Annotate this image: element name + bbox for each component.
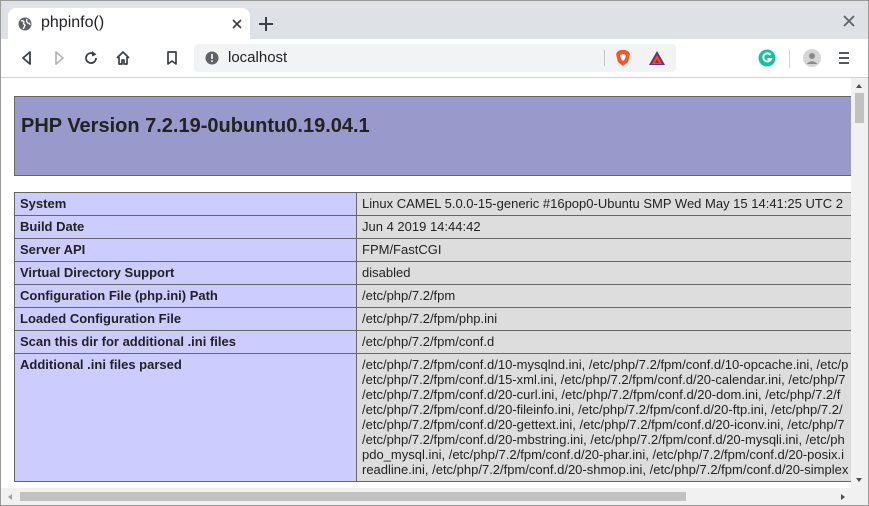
toolbar: localhost xyxy=(1,39,868,78)
row-label: Configuration File (php.ini) Path xyxy=(14,284,357,308)
row-value: FPM/FastCGI xyxy=(356,238,851,262)
omnibox-divider xyxy=(604,50,605,66)
scroll-left-icon[interactable] xyxy=(5,492,15,502)
info-icon[interactable] xyxy=(205,51,219,65)
reload-icon[interactable] xyxy=(82,49,100,67)
menu-icon[interactable] xyxy=(837,49,851,67)
browser-window: phpinfo() localhost PHP Version 7.2.19-0… xyxy=(0,0,869,506)
tab-phpinfo[interactable]: phpinfo() xyxy=(8,8,250,39)
address-bar[interactable]: localhost xyxy=(194,44,676,72)
row-value: /etc/php/7.2/fpm/php.ini xyxy=(356,307,851,331)
row-value: Jun 4 2019 14:44:42 xyxy=(356,215,851,239)
tab-title: phpinfo() xyxy=(41,14,105,31)
table-row: Loaded Configuration File /etc/php/7.2/f… xyxy=(14,307,851,331)
scrollbar-corner xyxy=(851,488,868,505)
brave-shields-icon[interactable] xyxy=(615,49,631,67)
forward-icon[interactable] xyxy=(50,49,68,67)
table-row: Virtual Directory Support disabled xyxy=(14,261,851,285)
bookmark-icon[interactable] xyxy=(163,49,181,67)
new-tab-button[interactable] xyxy=(257,15,275,33)
toolbar-divider xyxy=(789,50,790,68)
row-label: Virtual Directory Support xyxy=(14,261,357,285)
tab-strip: phpinfo() xyxy=(1,1,868,39)
ini-line: /etc/php/7.2/fpm/conf.d/20-mbstring.ini,… xyxy=(362,432,845,447)
horizontal-scrollbar[interactable] xyxy=(1,488,851,505)
ini-line: /etc/php/7.2/fpm/conf.d/20-gettext.ini, … xyxy=(362,417,845,432)
phpinfo-table: System Linux CAMEL 5.0.0-15-generic #16p… xyxy=(14,192,851,482)
window-close-icon[interactable] xyxy=(841,13,857,29)
row-value: Linux CAMEL 5.0.0-15-generic #16pop0-Ubu… xyxy=(356,192,851,216)
page-viewport: PHP Version 7.2.19-0ubuntu0.19.04.1 Syst… xyxy=(1,78,868,505)
vertical-scrollbar[interactable] xyxy=(851,78,868,488)
table-row: Additional .ini files parsed /etc/php/7.… xyxy=(14,353,851,482)
row-label: Build Date xyxy=(14,215,357,239)
row-label: Server API xyxy=(14,238,357,262)
php-version-header: PHP Version 7.2.19-0ubuntu0.19.04.1 xyxy=(14,96,851,176)
table-row: System Linux CAMEL 5.0.0-15-generic #16p… xyxy=(14,192,851,216)
horizontal-scroll-thumb[interactable] xyxy=(20,492,686,501)
vertical-scroll-thumb[interactable] xyxy=(855,93,864,123)
url-text[interactable]: localhost xyxy=(228,49,287,66)
ini-line: /etc/php/7.2/fpm/conf.d/20-curl.ini, /et… xyxy=(362,387,841,402)
row-value: /etc/php/7.2/fpm/conf.d xyxy=(356,330,851,354)
profile-avatar-icon[interactable] xyxy=(803,49,821,67)
table-row: Build Date Jun 4 2019 14:44:42 xyxy=(14,215,851,239)
phpinfo-page: PHP Version 7.2.19-0ubuntu0.19.04.1 Syst… xyxy=(1,78,851,488)
ini-line: readline.ini, /etc/php/7.2/fpm/conf.d/20… xyxy=(362,462,849,477)
scroll-up-icon[interactable] xyxy=(854,81,864,91)
row-label: Scan this dir for additional .ini files xyxy=(14,330,357,354)
rewards-icon[interactable] xyxy=(648,50,666,66)
table-row: Scan this dir for additional .ini files … xyxy=(14,330,851,354)
table-row: Configuration File (php.ini) Path /etc/p… xyxy=(14,284,851,308)
back-icon[interactable] xyxy=(18,49,36,67)
page-title: PHP Version 7.2.19-0ubuntu0.19.04.1 xyxy=(21,115,370,137)
scroll-right-icon[interactable] xyxy=(838,492,848,502)
ini-line: pdo_mysql.ini, /etc/php/7.2/fpm/conf.d/2… xyxy=(362,447,844,462)
ini-files-value: /etc/php/7.2/fpm/conf.d/10-mysqlnd.ini, … xyxy=(356,353,851,482)
row-value: disabled xyxy=(356,261,851,285)
row-label: System xyxy=(14,192,357,216)
ini-line: /etc/php/7.2/fpm/conf.d/10-mysqlnd.ini, … xyxy=(362,357,849,372)
ini-line: /etc/php/7.2/fpm/conf.d/20-fileinfo.ini,… xyxy=(362,402,843,417)
ini-line: /etc/php/7.2/fpm/conf.d/15-xml.ini, /etc… xyxy=(362,372,846,387)
scroll-down-icon[interactable] xyxy=(854,475,864,485)
row-label: Loaded Configuration File xyxy=(14,307,357,331)
table-row: Server API FPM/FastCGI xyxy=(14,238,851,262)
row-label: Additional .ini files parsed xyxy=(14,353,357,482)
globe-icon xyxy=(18,17,32,31)
close-icon[interactable] xyxy=(230,17,244,31)
home-icon[interactable] xyxy=(114,49,132,67)
grammarly-icon[interactable] xyxy=(758,49,776,67)
row-value: /etc/php/7.2/fpm xyxy=(356,284,851,308)
